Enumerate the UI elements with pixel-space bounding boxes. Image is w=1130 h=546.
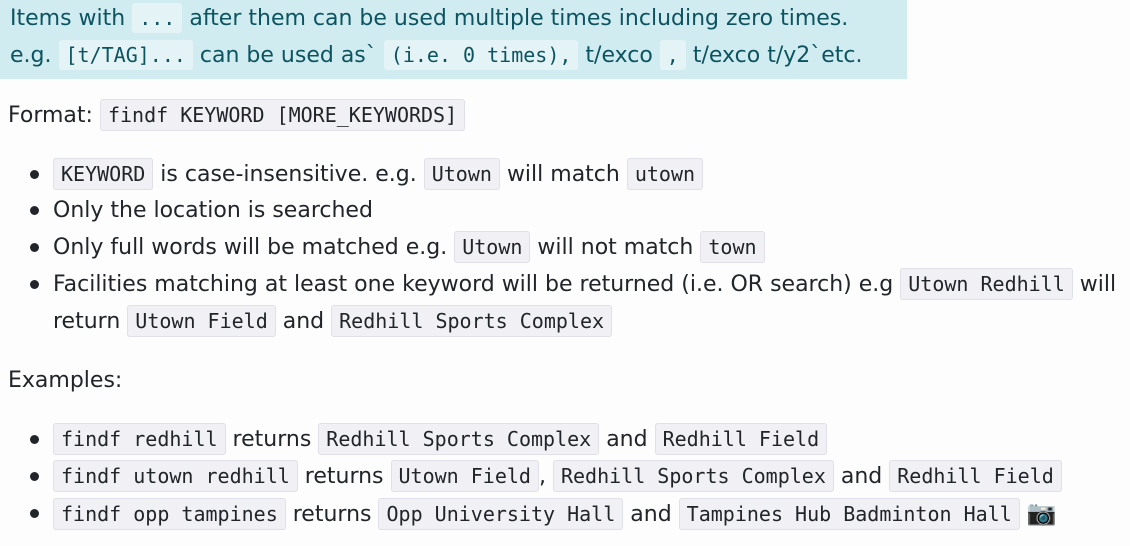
- info-text: t/exco: [585, 43, 653, 68]
- bullet-dot: [30, 472, 39, 481]
- inline-code: Utown: [454, 231, 531, 263]
- inline-code: town: [700, 231, 765, 263]
- list-text: returns: [292, 502, 372, 527]
- inline-code: Redhill Sports Complex: [331, 305, 613, 337]
- inline-code: Redhill Sports Complex: [318, 423, 600, 455]
- list-text: return: [53, 309, 121, 334]
- inline-code: Utown Redhill: [900, 268, 1073, 300]
- inline-code: findf redhill: [53, 423, 226, 455]
- list-text: Facilities matching at least one keyword…: [53, 272, 894, 297]
- list-text: and: [606, 427, 648, 452]
- list-text: is case-insensitive. e.g.: [160, 162, 417, 187]
- info-text: t/exco t/y2`etc.: [692, 43, 863, 68]
- info-line-2: e.g. [t/TAG]... can be used as` (i.e. 0 …: [10, 40, 863, 71]
- inline-code: [t/TAG]...: [58, 40, 193, 70]
- inline-code: KEYWORD: [53, 158, 154, 190]
- inline-code: findf utown redhill: [53, 460, 298, 492]
- list-text: ,: [538, 464, 546, 489]
- inline-code: Redhill Field: [654, 423, 828, 455]
- info-text: after them can be used multiple times in…: [189, 6, 849, 31]
- info-line-1: Items with ... after them can be used mu…: [10, 3, 848, 34]
- inline-code: ,: [659, 40, 686, 70]
- list-text: will not match: [537, 235, 694, 260]
- inline-code: findf opp tampines: [53, 498, 286, 530]
- inline-code: ...: [132, 3, 183, 33]
- inline-code: utown: [626, 158, 704, 190]
- info-callout: Items with ... after them can be used mu…: [0, 0, 907, 79]
- inline-code: Utown Field: [127, 305, 276, 337]
- inline-code: Tampines Hub Badminton Hall: [678, 498, 1020, 530]
- inline-code: Redhill Sports Complex: [552, 460, 834, 492]
- inline-code: (i.e. 0 times),: [383, 40, 579, 70]
- list-text: will match: [506, 162, 620, 187]
- list-text: and: [840, 464, 883, 489]
- bullet-dot: [30, 435, 39, 444]
- inline-code: Utown: [423, 158, 500, 190]
- inline-code: Opp University Hall: [378, 498, 624, 530]
- info-text: Items with: [10, 6, 126, 31]
- examples-label: Examples:: [8, 368, 123, 393]
- list-text: and: [282, 309, 325, 334]
- bullet-dot: [30, 280, 39, 289]
- format-label: Format:: [8, 103, 93, 128]
- bullet-dot: [30, 243, 39, 252]
- inline-code: Redhill Field: [889, 460, 1062, 492]
- list-text: Only the location is searched: [53, 198, 373, 223]
- examples-heading: Examples:: [8, 365, 122, 397]
- inline-code: Utown Field: [390, 460, 539, 492]
- list-text: returns: [304, 464, 384, 489]
- list-text: returns: [232, 427, 312, 452]
- list-text: Only full words will be matched e.g.: [53, 235, 448, 260]
- info-text: can be used as`: [199, 43, 377, 68]
- list-text: and: [630, 502, 672, 527]
- bullet-dot: [30, 206, 39, 215]
- bullet-dot: [30, 509, 39, 518]
- format-line: Format: findf KEYWORD [MORE_KEYWORDS]: [8, 99, 466, 132]
- format-code: findf KEYWORD [MORE_KEYWORDS]: [99, 99, 466, 131]
- bullet-dot: [30, 170, 39, 179]
- info-text: e.g.: [10, 43, 52, 68]
- list-text: will: [1079, 272, 1117, 297]
- camera-icon[interactable]: 📷: [1027, 499, 1057, 527]
